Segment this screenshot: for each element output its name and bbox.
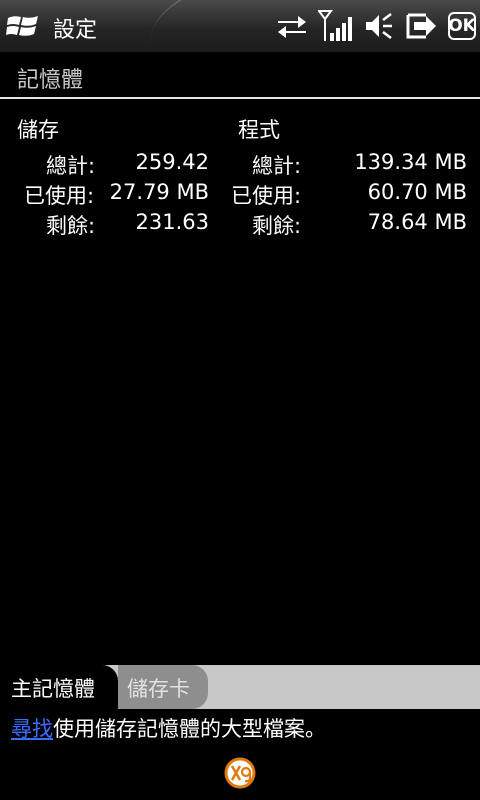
volume-mute-icon[interactable] xyxy=(364,11,394,41)
ok-button[interactable]: OK xyxy=(448,12,476,40)
program-used-value: 60.70 MB xyxy=(367,180,467,204)
tab-storage-card[interactable]: 儲存卡 xyxy=(118,665,208,709)
app-logo-icon xyxy=(224,757,256,789)
program-total-value: 139.34 MB xyxy=(354,150,467,174)
storage-total-label: 總計: xyxy=(46,154,96,178)
find-link[interactable]: 尋找 xyxy=(11,717,53,741)
hint-text: 尋找使用儲存記憶體的大型檔案。 xyxy=(11,713,326,743)
storage-total-value: 259.42 xyxy=(135,150,209,174)
program-free-label: 剩餘: xyxy=(252,214,302,238)
connection-icon[interactable] xyxy=(404,11,438,41)
status-icons: OK xyxy=(276,8,476,44)
tab-strip: 主記憶體 儲存卡 xyxy=(0,665,480,709)
windows-start-icon[interactable] xyxy=(6,12,40,40)
signal-icon[interactable] xyxy=(318,9,354,43)
title-bar: 設定 OK xyxy=(0,0,480,52)
hint-description: 使用儲存記憶體的大型檔案。 xyxy=(53,717,326,741)
tab-main-memory-label: 主記憶體 xyxy=(11,677,95,701)
program-total-label: 總計: xyxy=(252,154,302,178)
page-title: 記憶體 xyxy=(17,68,84,93)
tab-storage-card-label: 儲存卡 xyxy=(127,677,190,701)
storage-used-label: 已使用: xyxy=(24,184,95,208)
program-free-value: 78.64 MB xyxy=(367,210,467,234)
storage-used-value: 27.79 MB xyxy=(109,180,209,204)
data-sync-icon[interactable] xyxy=(276,12,308,40)
tab-main-memory[interactable]: 主記憶體 xyxy=(0,665,118,709)
app-title: 設定 xyxy=(53,18,98,43)
storage-free-value: 231.63 xyxy=(135,210,209,234)
storage-free-label: 剩餘: xyxy=(46,214,96,238)
program-used-label: 已使用: xyxy=(231,184,302,208)
storage-heading: 儲存 xyxy=(17,118,59,142)
program-heading: 程式 xyxy=(238,118,280,142)
title-divider xyxy=(0,97,480,99)
